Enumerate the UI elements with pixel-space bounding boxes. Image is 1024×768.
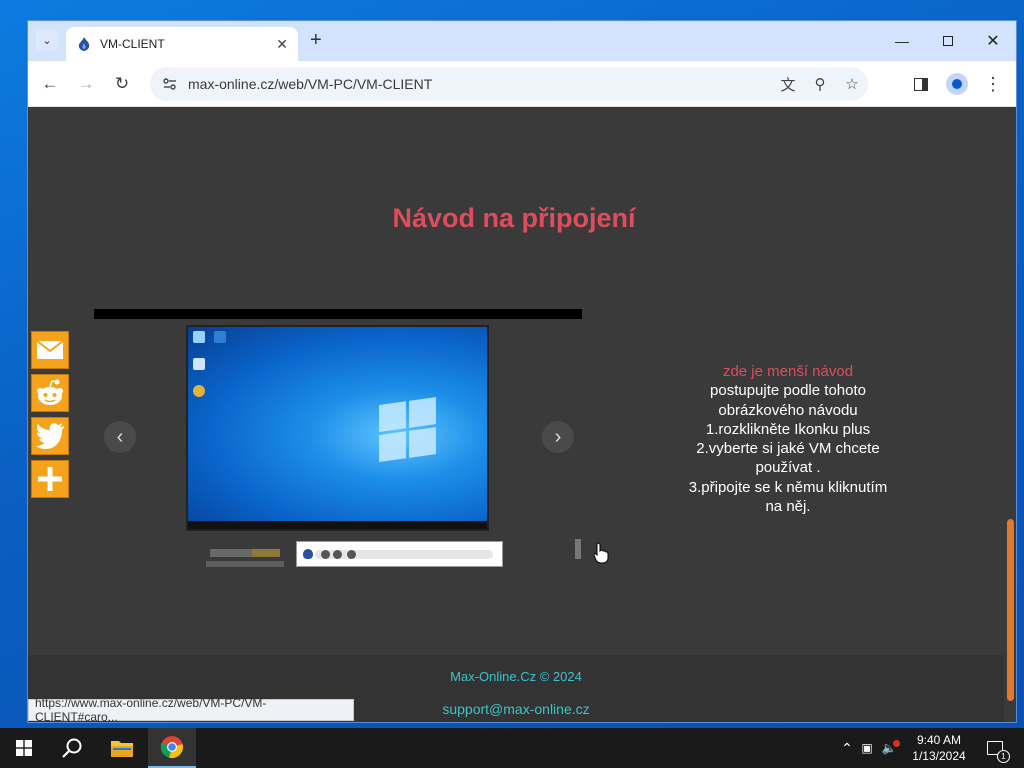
back-button[interactable]: ← [39, 73, 61, 95]
tab-strip: ⌄ VM-CLIENT ✕ + — ✕ [28, 21, 1016, 61]
thumbnail-dot [333, 550, 342, 559]
chrome-taskbar-button[interactable] [148, 728, 196, 768]
windows-start-icon [16, 740, 32, 756]
folder-icon [111, 741, 133, 757]
share-twitter-button[interactable] [31, 417, 69, 455]
page-heading: Návod na připojení [392, 203, 636, 233]
twitter-icon [36, 423, 64, 449]
instructions-text: zde je menší návod postupujte podle toho… [648, 362, 928, 516]
chevron-right-icon: › [554, 425, 562, 448]
menu-button[interactable]: ⋮ [982, 73, 1004, 95]
maximize-icon [943, 36, 953, 46]
chrome-icon [160, 736, 183, 758]
share-buttons [31, 331, 69, 503]
search-button[interactable] [48, 728, 96, 768]
site-favicon-icon [78, 37, 90, 51]
carousel-thumbnail-text [204, 549, 286, 567]
footer-copyright: Max-Online.Cz © 2024 [450, 669, 582, 684]
instructions-intro: zde je menší návod [722, 363, 854, 380]
email-icon [36, 340, 64, 359]
start-button[interactable] [0, 728, 48, 768]
chrome-desktop-icon [193, 385, 205, 397]
instructions-line: postupujte podle tohoto [710, 382, 866, 400]
mini-taskbar [188, 521, 487, 529]
system-tray: ⌃ ▣ 🔈 [838, 728, 900, 768]
desktop-shortcut-icon [193, 358, 205, 370]
search-icon [62, 738, 82, 758]
status-bar-url: https://www.max-online.cz/web/VM-PC/VM-C… [28, 696, 354, 722]
volume-muted-icon[interactable]: 🔈 [878, 740, 900, 755]
carousel-slide-image [186, 325, 489, 531]
avatar [946, 73, 968, 95]
arrow-right-icon: → [77, 74, 95, 93]
reload-button[interactable]: ↻ [111, 73, 133, 95]
file-explorer-button[interactable] [98, 728, 146, 768]
tab-vm-client[interactable]: VM-CLIENT ✕ [66, 27, 298, 61]
network-icon[interactable]: ▣ [856, 741, 878, 755]
windows-logo-icon [379, 397, 437, 463]
minimize-button[interactable]: — [879, 21, 925, 61]
instructions-line: používat . [755, 459, 821, 477]
maximize-button[interactable] [925, 21, 971, 61]
minimize-icon: — [895, 33, 909, 49]
chevron-down-icon: ⌄ [42, 34, 52, 47]
recycle-bin-icon [193, 331, 205, 343]
browser-window: ⌄ VM-CLIENT ✕ + — ✕ ← → ↻ max-online.cz/… [28, 21, 1016, 722]
carousel-prev-button[interactable]: ‹ [104, 421, 136, 453]
zoom-icon[interactable]: ⚲ [804, 75, 836, 93]
notification-count-badge: 1 [997, 750, 1010, 763]
reddit-icon [37, 379, 63, 405]
share-reddit-button[interactable] [31, 374, 69, 412]
chevron-left-icon: ‹ [116, 425, 124, 448]
browser-toolbar: ← → ↻ max-online.cz/web/VM-PC/VM-CLIENT … [28, 61, 1016, 107]
notification-center-button[interactable]: 1 [980, 728, 1010, 768]
thumbnail-dot [321, 550, 330, 559]
reload-icon: ↻ [114, 74, 130, 93]
share-more-button[interactable] [31, 460, 69, 498]
more-vert-icon: ⋮ [984, 73, 1002, 94]
instructions-line: 2.vyberte si jaké VM chcete [696, 440, 880, 458]
carousel-top-bar [94, 309, 582, 319]
carousel-thumbnail[interactable] [296, 541, 503, 567]
windows-taskbar: ⌃ ▣ 🔈 9:40 AM 1/13/2024 1 [0, 728, 1024, 768]
tab-close-icon[interactable]: ✕ [276, 36, 288, 53]
notification-icon: 1 [987, 741, 1010, 763]
close-icon: ✕ [986, 33, 1000, 50]
desktop-file-icon [214, 331, 226, 343]
chevron-up-icon[interactable]: ⌃ [838, 740, 856, 757]
bookmark-star-icon[interactable]: ☆ [836, 75, 868, 93]
translate-icon[interactable]: 文 [772, 74, 804, 95]
page-scrollbar[interactable] [1007, 519, 1014, 701]
windows-wallpaper [188, 327, 487, 523]
site-info-icon [163, 78, 176, 90]
side-panel-icon [914, 77, 928, 91]
side-panel-button[interactable] [910, 73, 932, 95]
instructions-line: 3.připojte se k němu kliknutím [688, 478, 888, 496]
plus-icon [38, 467, 62, 491]
close-window-button[interactable]: ✕ [970, 21, 1016, 61]
address-bar[interactable]: max-online.cz/web/VM-PC/VM-CLIENT 文 ⚲ ☆ [150, 67, 868, 101]
carousel-next-button[interactable]: › [542, 421, 574, 453]
url-text: max-online.cz/web/VM-PC/VM-CLIENT [188, 76, 433, 92]
hand-cursor-icon [593, 542, 609, 564]
forward-button[interactable]: → [75, 73, 97, 95]
tab-search-button[interactable]: ⌄ [36, 29, 58, 51]
tab-title: VM-CLIENT [100, 37, 165, 51]
thumbnail-logo-icon [303, 549, 313, 559]
instructions-line: obrázkového návodu [718, 401, 858, 419]
instructions-line: na něj. [765, 498, 811, 516]
instructions-line: 1.rozklikněte Ikonku plus [705, 420, 871, 438]
clock-date: 1/13/2024 [912, 749, 966, 763]
clock-time: 9:40 AM [916, 733, 962, 747]
carousel-scroll-handle[interactable] [575, 539, 581, 559]
web-page: Návod na připojení ‹ › zde je menší návo… [28, 107, 1016, 722]
thumbnail-dot [347, 550, 356, 559]
taskbar-clock[interactable]: 9:40 AM 1/13/2024 [904, 732, 974, 764]
new-tab-button[interactable]: + [310, 30, 322, 50]
profile-button[interactable] [946, 73, 968, 95]
arrow-left-icon: ← [41, 74, 59, 93]
share-email-button[interactable] [31, 331, 69, 369]
